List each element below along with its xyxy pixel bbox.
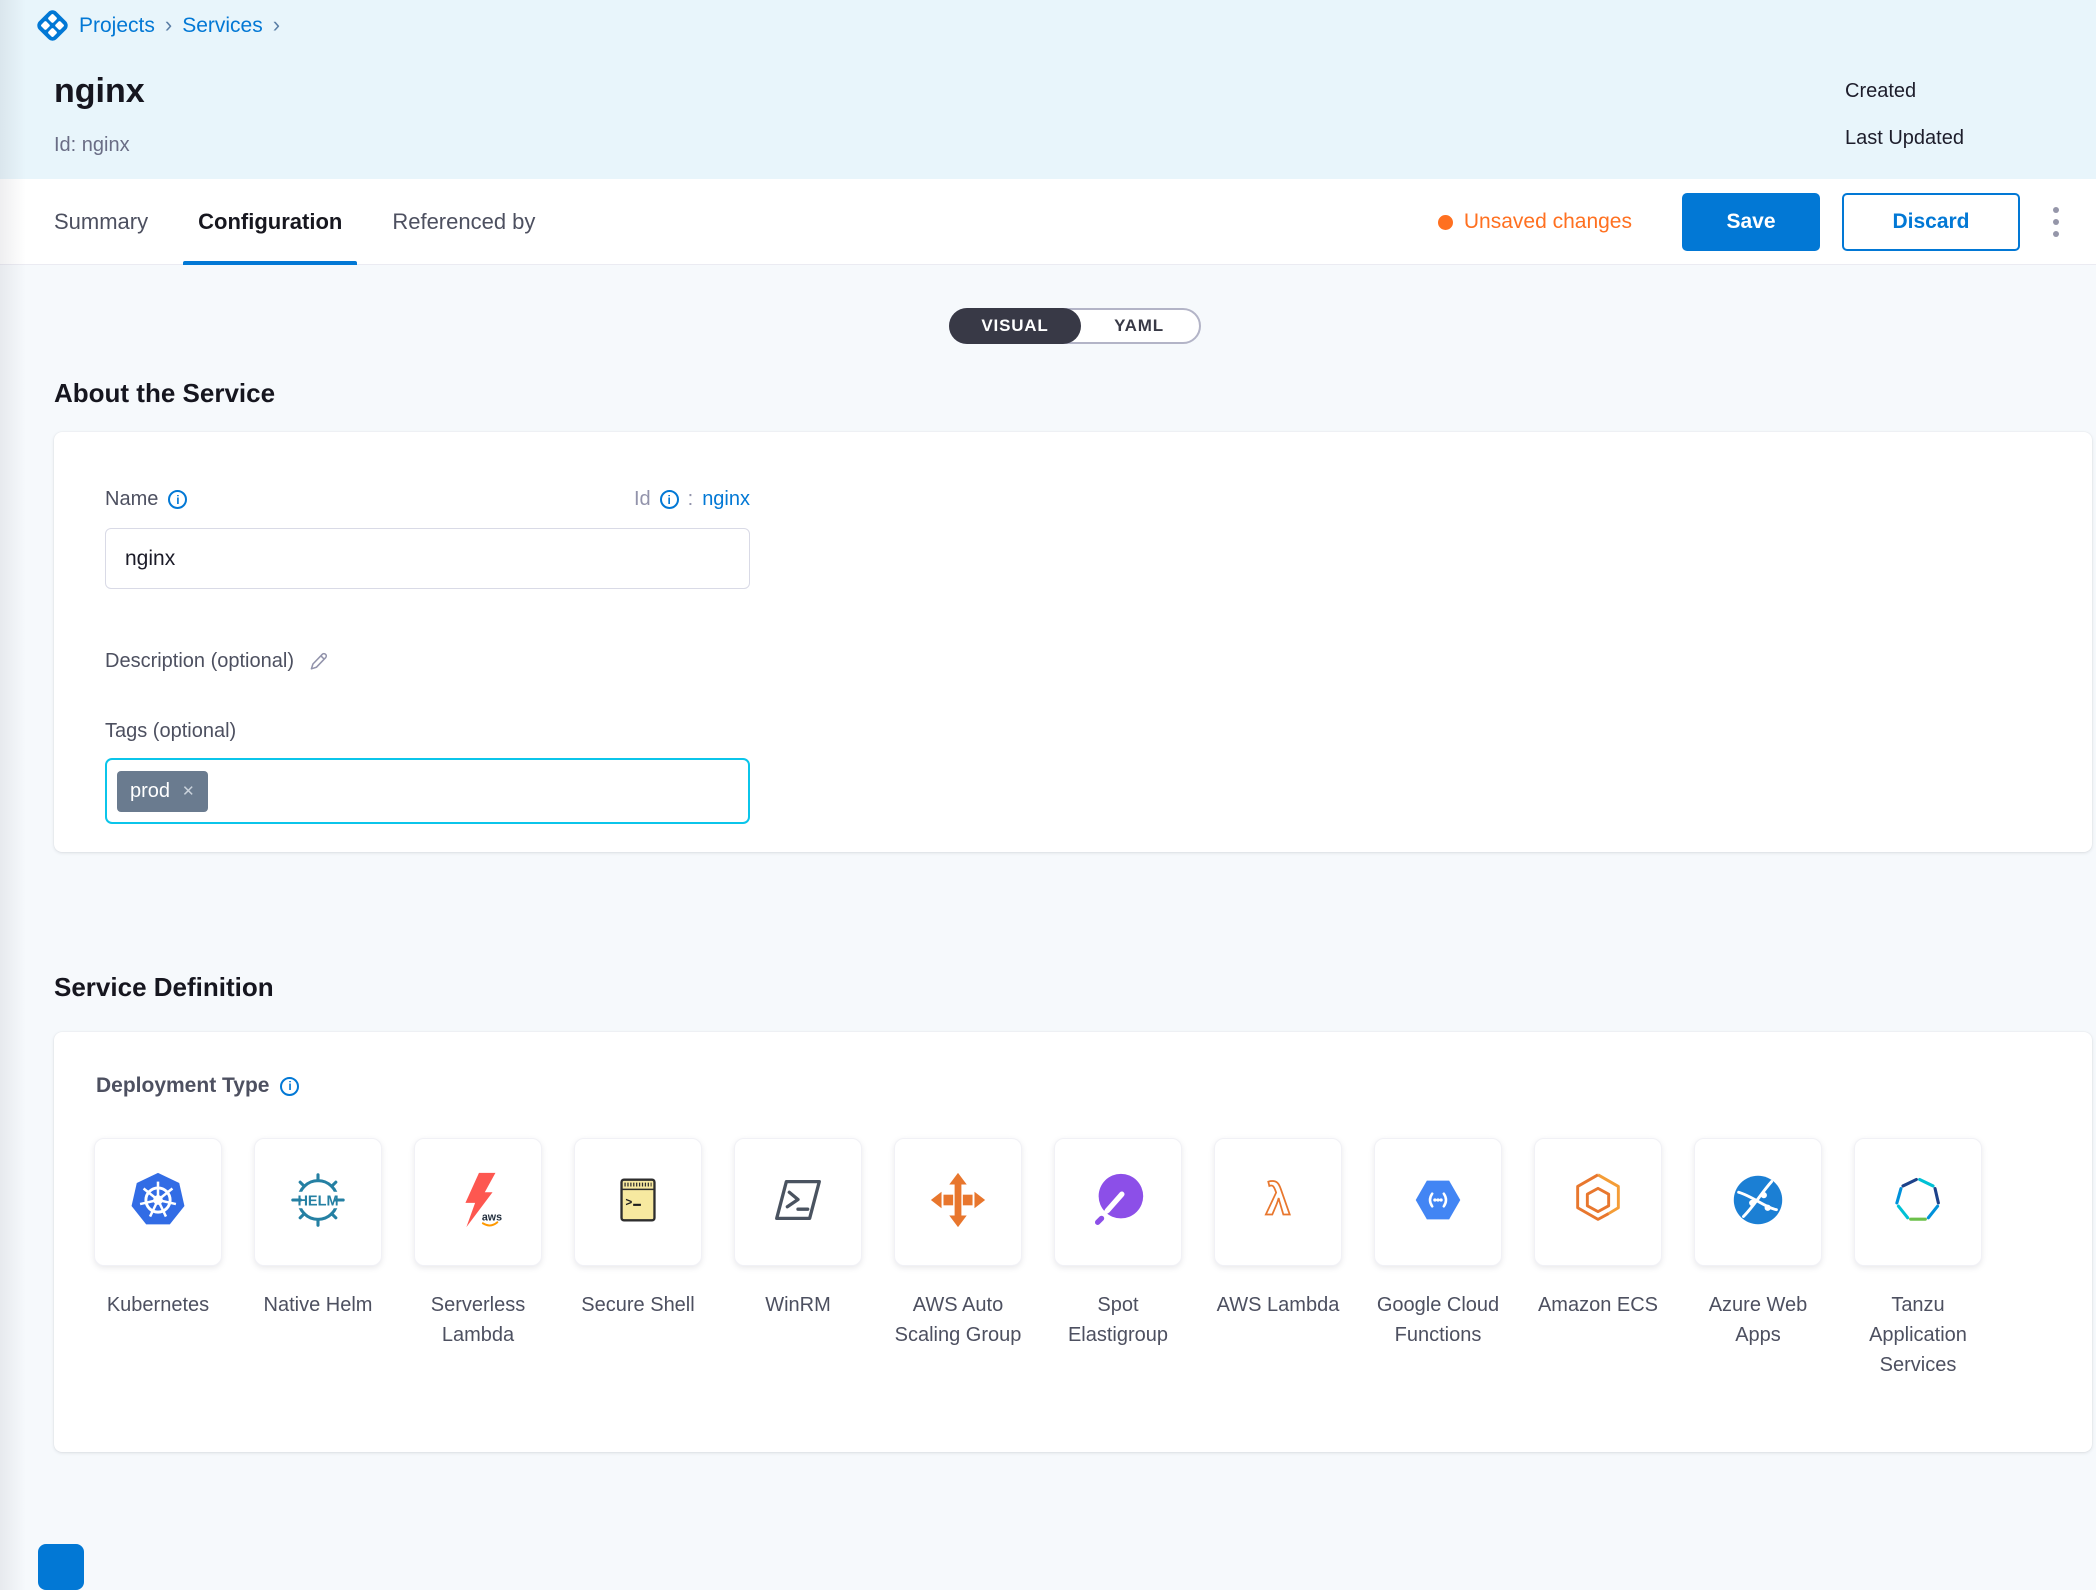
page-title: nginx	[54, 72, 145, 111]
deployment-type-label-group: Deployment Type i	[96, 1074, 299, 1098]
deployment-type-native-helm: HELM Native Helm	[254, 1138, 382, 1380]
harness-projects-logo-icon[interactable]	[35, 8, 70, 43]
edit-pencil-icon[interactable]	[307, 651, 329, 673]
chevron-right-icon: ›	[165, 14, 172, 38]
amazon-ecs-icon	[1567, 1169, 1629, 1236]
help-widget[interactable]	[38, 1544, 84, 1590]
deployment-type-aws-asg: AWS Auto Scaling Group	[894, 1138, 1022, 1380]
id-row: Id i : nginx	[634, 488, 750, 511]
info-icon[interactable]: i	[660, 490, 679, 509]
amazon-ecs-card[interactable]	[1534, 1138, 1662, 1266]
tanzu-card[interactable]	[1854, 1138, 1982, 1266]
google-cloud-functions-icon	[1407, 1169, 1469, 1236]
google-cloud-functions-card[interactable]	[1374, 1138, 1502, 1266]
breadcrumb-projects[interactable]: Projects	[79, 14, 155, 38]
deployment-type-aws-lambda: λ AWS Lambda	[1214, 1138, 1342, 1380]
chevron-right-icon: ›	[273, 14, 280, 38]
name-id-row: Name i Id i : nginx	[105, 488, 750, 511]
winrm-card[interactable]	[734, 1138, 862, 1266]
deployment-type-grid: Kubernetes HELM	[94, 1138, 1982, 1380]
description-row: Description (optional)	[105, 650, 329, 673]
page-header: Projects › Services › nginx Id: nginx Cr…	[0, 0, 2096, 179]
secure-shell-icon: >	[607, 1169, 669, 1236]
spot-elastigroup-card[interactable]	[1054, 1138, 1182, 1266]
aws-lambda-card[interactable]: λ	[1214, 1138, 1342, 1266]
svg-text:λ: λ	[1266, 1175, 1291, 1224]
svg-text:aws: aws	[482, 1211, 502, 1223]
aws-asg-icon	[927, 1169, 989, 1236]
svg-text:>: >	[625, 1196, 632, 1209]
deployment-type-kubernetes: Kubernetes	[94, 1138, 222, 1380]
tab-bar: Summary Configuration Referenced by Unsa…	[0, 179, 2096, 265]
remove-tag-icon[interactable]: ✕	[182, 784, 195, 799]
unsaved-changes-label: Unsaved changes	[1464, 210, 1632, 234]
breadcrumb-services[interactable]: Services	[182, 14, 263, 38]
kubernetes-card[interactable]	[94, 1138, 222, 1266]
breadcrumb: Projects › Services ›	[40, 13, 280, 38]
tabs: Summary Configuration Referenced by	[54, 179, 535, 265]
id-value: nginx	[702, 488, 750, 511]
last-updated-label: Last Updated	[1845, 127, 1964, 150]
save-button[interactable]: Save	[1682, 193, 1820, 251]
tags-label: Tags (optional)	[105, 720, 236, 743]
name-label-group: Name i	[105, 488, 187, 511]
name-label: Name	[105, 488, 158, 511]
id-label: Id	[634, 488, 651, 511]
helm-icon: HELM	[287, 1169, 349, 1236]
tab-configuration[interactable]: Configuration	[198, 179, 342, 265]
created-label: Created	[1845, 80, 1916, 103]
info-icon[interactable]: i	[168, 490, 187, 509]
aws-asg-card[interactable]	[894, 1138, 1022, 1266]
azure-web-apps-card[interactable]	[1694, 1138, 1822, 1266]
serverless-lambda-icon: aws	[447, 1169, 509, 1236]
about-the-service-heading: About the Service	[54, 378, 275, 409]
tags-input[interactable]: prod ✕	[105, 758, 750, 824]
deployment-type-tanzu: Tanzu Application Services	[1854, 1138, 1982, 1380]
service-definition-card: Deployment Type i Kubernetes	[54, 1032, 2092, 1452]
info-icon[interactable]: i	[280, 1077, 299, 1096]
aws-lambda-icon: λ	[1247, 1169, 1309, 1236]
deployment-type-amazon-ecs: Amazon ECS	[1534, 1138, 1662, 1380]
tag-chip: prod ✕	[117, 771, 208, 812]
azure-web-apps-icon	[1727, 1169, 1789, 1236]
secure-shell-card[interactable]: >	[574, 1138, 702, 1266]
toggle-visual[interactable]: VISUAL	[949, 308, 1081, 344]
deployment-type-google-cloud-functions: Google Cloud Functions	[1374, 1138, 1502, 1380]
toggle-yaml[interactable]: YAML	[1079, 310, 1199, 342]
deployment-type-serverless-lambda: aws Serverless Lambda	[414, 1138, 542, 1380]
winrm-icon	[767, 1169, 829, 1236]
svg-text:HELM: HELM	[297, 1193, 338, 1209]
unsaved-dot-icon	[1438, 215, 1453, 230]
deployment-type-secure-shell: > Secure Shell	[574, 1138, 702, 1380]
discard-button[interactable]: Discard	[1842, 193, 2020, 251]
deployment-type-azure-web-apps: Azure Web Apps	[1694, 1138, 1822, 1380]
service-definition-heading: Service Definition	[54, 972, 274, 1003]
more-options-kebab-icon[interactable]	[2042, 193, 2070, 251]
deployment-type-label: Deployment Type	[96, 1074, 269, 1098]
serverless-lambda-card[interactable]: aws	[414, 1138, 542, 1266]
name-input[interactable]	[105, 528, 750, 589]
tab-referenced-by[interactable]: Referenced by	[392, 179, 535, 265]
tag-text: prod	[130, 780, 170, 803]
deployment-type-winrm: WinRM	[734, 1138, 862, 1380]
kubernetes-icon	[127, 1169, 189, 1236]
native-helm-card[interactable]: HELM	[254, 1138, 382, 1266]
description-label: Description (optional)	[105, 650, 294, 673]
spot-elastigroup-icon	[1087, 1169, 1149, 1236]
deployment-type-spot-elastigroup: Spot Elastigroup	[1054, 1138, 1182, 1380]
id-colon: :	[688, 488, 694, 511]
unsaved-changes-badge: Unsaved changes	[1438, 210, 1632, 234]
tab-summary[interactable]: Summary	[54, 179, 148, 265]
tanzu-icon	[1887, 1169, 1949, 1236]
visual-yaml-toggle: VISUAL YAML	[949, 308, 1201, 344]
about-card: Name i Id i : nginx Description (optiona…	[54, 432, 2092, 852]
service-id-text: Id: nginx	[54, 134, 130, 157]
toolbar-actions: Unsaved changes Save Discard	[1438, 179, 2070, 265]
